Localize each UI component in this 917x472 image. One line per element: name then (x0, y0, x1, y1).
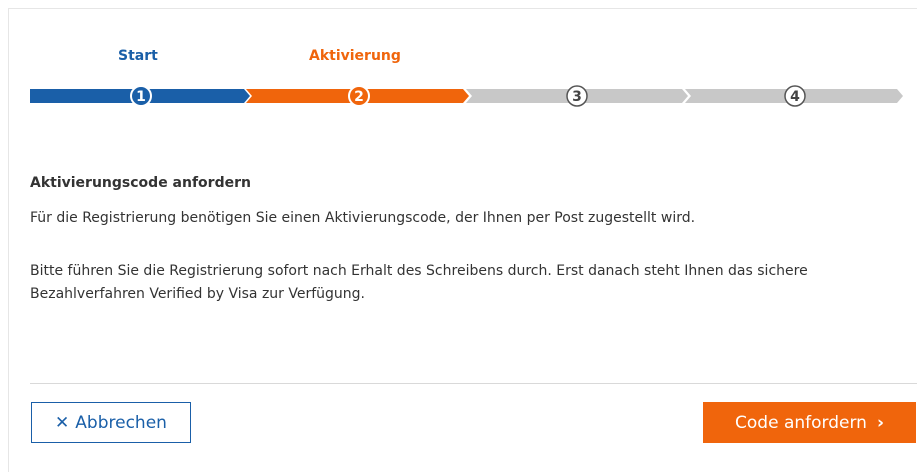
request-code-button-label: Code anfordern (735, 412, 867, 433)
step-number-3: 3 (572, 89, 582, 105)
chevron-right-icon: › (876, 412, 884, 433)
info-paragraph-1: Für die Registrierung benötigen Sie eine… (30, 210, 696, 226)
cancel-button-label: Abbrechen (75, 412, 167, 433)
step-number-4: 4 (790, 89, 800, 105)
divider (30, 383, 917, 384)
request-code-button[interactable]: Code anfordern › (703, 402, 916, 443)
step-circle-1: 1 (130, 85, 152, 107)
wizard-progress-bar: 1 2 3 4 (30, 85, 903, 107)
section-heading: Aktivierungscode anfordern (30, 175, 251, 191)
step-circle-4: 4 (784, 85, 806, 107)
step-number-2: 2 (354, 89, 364, 105)
step-number-1: 1 (136, 89, 146, 105)
info-paragraph-2: Bitte führen Sie die Registrierung sofor… (30, 263, 808, 302)
step-label-start: Start (118, 48, 158, 64)
cancel-button[interactable]: ✕ Abbrechen (31, 402, 191, 443)
close-icon: ✕ (55, 412, 70, 433)
step-circle-3: 3 (566, 85, 588, 107)
step-label-aktivierung: Aktivierung (309, 48, 401, 64)
step-circle-2: 2 (348, 85, 370, 107)
